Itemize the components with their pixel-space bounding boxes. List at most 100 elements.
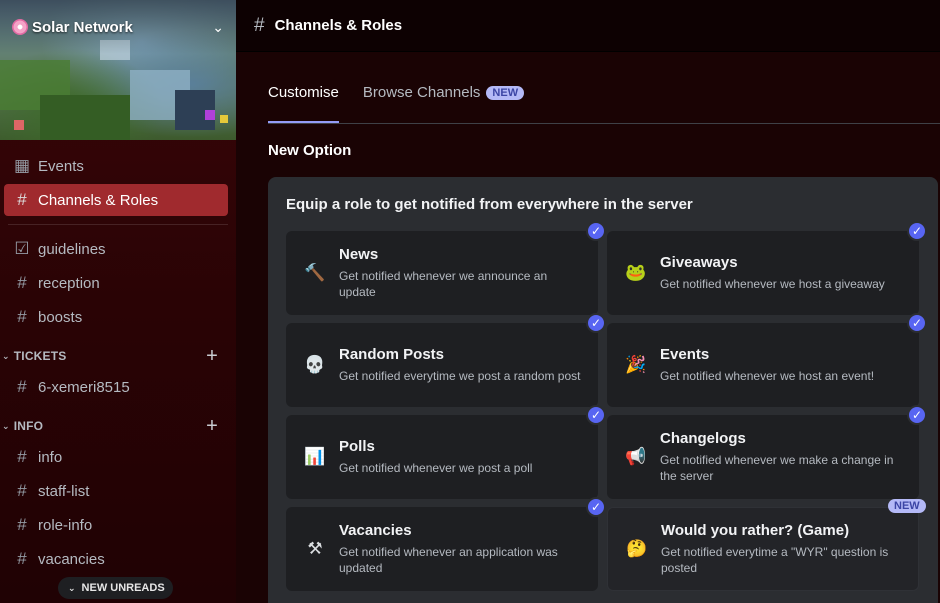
role-option-name: Changelogs bbox=[660, 430, 746, 447]
server-flower-icon bbox=[12, 19, 28, 35]
role-emoji-icon: 🎉 bbox=[625, 355, 647, 374]
selected-check-icon: ✓ bbox=[586, 405, 606, 425]
tab-bar: Customise Browse Channels NEW bbox=[268, 74, 548, 123]
selected-check-icon: ✓ bbox=[907, 405, 927, 425]
channels-browse-icon: # bbox=[17, 190, 27, 209]
tab-customise[interactable]: Customise bbox=[268, 74, 339, 123]
channels-browse-icon: # bbox=[254, 14, 265, 36]
role-emoji-icon: 🔨 bbox=[304, 263, 326, 282]
role-option-text: Changelogs Get notified whenever we make … bbox=[660, 430, 919, 484]
selected-check-icon: ✓ bbox=[586, 313, 606, 333]
tab-browse-channels[interactable]: Browse Channels NEW bbox=[362, 74, 525, 123]
channel-vacancies[interactable]: # vacancies bbox=[4, 543, 228, 575]
hashtag-icon: # bbox=[17, 273, 27, 292]
role-option-text: Polls Get notified whenever we post a pol… bbox=[339, 438, 598, 476]
hashtag-icon: # bbox=[17, 549, 27, 568]
channel-label: boosts bbox=[38, 308, 83, 326]
channel-label: guidelines bbox=[38, 240, 106, 258]
channel-label: vacancies bbox=[38, 550, 105, 568]
role-options-panel: Equip a role to get notified from everyw… bbox=[268, 177, 938, 603]
role-option-text: News Get notified whenever we announce an… bbox=[339, 246, 598, 300]
role-emoji-icon: 🤔 bbox=[626, 539, 648, 558]
divider bbox=[8, 224, 228, 225]
role-option-name: Would you rather? (Game) bbox=[661, 522, 850, 539]
selected-check-icon: ✓ bbox=[586, 497, 606, 517]
role-emoji-icon: 💀 bbox=[304, 355, 326, 374]
role-option-card[interactable]: 🤔 Would you rather? (Game) Get notified ev… bbox=[607, 507, 919, 591]
channel-label: 6-xemeri8515 bbox=[38, 378, 130, 396]
channel-label: info bbox=[38, 448, 63, 466]
role-option-name: News bbox=[339, 246, 379, 263]
new-badge: NEW bbox=[486, 86, 525, 100]
rules-checkbox-icon: ☑ bbox=[14, 239, 30, 258]
channel-label: reception bbox=[38, 274, 100, 292]
selected-check-icon: ✓ bbox=[586, 221, 606, 241]
new-badge: NEW bbox=[888, 499, 926, 513]
tab-label: Browse Channels bbox=[362, 84, 481, 101]
server-name: Solar Network bbox=[32, 18, 133, 36]
category-tickets[interactable]: ⌄ TICKETS + bbox=[0, 343, 236, 369]
role-option-description: Get notified whenever we host a giveaway bbox=[660, 277, 885, 291]
role-option-card[interactable]: 🐸 Giveaways Get notified whenever we host … bbox=[607, 231, 919, 315]
role-option-text: Giveaways Get notified whenever we host a… bbox=[660, 254, 919, 292]
channel-guidelines[interactable]: ☑ guidelines bbox=[4, 233, 228, 265]
panel-title: Equip a role to get notified from everyw… bbox=[286, 196, 693, 213]
role-option-description: Get notified everytime we post a random … bbox=[339, 369, 581, 383]
role-option-card[interactable]: 💀 Random Posts Get notified everytime we p… bbox=[286, 323, 598, 407]
hashtag-icon: # bbox=[17, 481, 27, 500]
add-channel-icon[interactable]: + bbox=[206, 345, 218, 368]
role-option-description: Get notified everytime a "WYR" question … bbox=[661, 545, 889, 575]
section-title: New Option bbox=[268, 142, 352, 159]
selected-check-icon: ✓ bbox=[907, 313, 927, 333]
new-unreads-pill[interactable]: ⌄ NEW UNREADS bbox=[58, 577, 173, 599]
role-option-name: Events bbox=[660, 346, 710, 363]
calendar-icon: ▦ bbox=[13, 156, 31, 175]
chevron-down-icon[interactable]: ⌄ bbox=[212, 19, 224, 36]
channel-reception[interactable]: # reception bbox=[4, 267, 228, 299]
sidebar-item-channels-roles[interactable]: # Channels & Roles bbox=[4, 184, 228, 216]
tab-divider bbox=[268, 123, 940, 124]
role-emoji-icon: 📢 bbox=[625, 447, 647, 466]
role-emoji-icon: 🐸 bbox=[625, 263, 647, 282]
role-option-text: Events Get notified whenever we host an e… bbox=[660, 346, 919, 384]
tab-label: Customise bbox=[268, 84, 339, 101]
chevron-down-icon: ⌄ bbox=[2, 350, 10, 361]
channel-6-xemeri8515[interactable]: # 6-xemeri8515 bbox=[4, 371, 228, 403]
sidebar-item-label: Events bbox=[38, 157, 84, 175]
role-option-name: Polls bbox=[339, 438, 375, 455]
new-unreads-label: NEW UNREADS bbox=[81, 582, 165, 594]
channel-boosts[interactable]: # boosts bbox=[4, 301, 228, 333]
role-option-card[interactable]: 🔨 News Get notified whenever we announce a… bbox=[286, 231, 598, 315]
role-option-description: Get notified whenever we host an event! bbox=[660, 369, 875, 383]
sidebar-item-label: Channels & Roles bbox=[38, 191, 159, 209]
role-option-text: Random Posts Get notified everytime we po… bbox=[339, 346, 598, 384]
add-channel-icon[interactable]: + bbox=[206, 415, 218, 438]
role-option-name: Vacancies bbox=[339, 522, 412, 539]
role-option-card[interactable]: 📢 Changelogs Get notified whenever we make… bbox=[607, 415, 919, 499]
role-option-description: Get notified whenever we announce an upd… bbox=[339, 269, 548, 299]
role-option-description: Get notified whenever we post a poll bbox=[339, 461, 533, 475]
main-content: Customise Browse Channels NEW New Option … bbox=[236, 52, 940, 603]
hashtag-thread-icon: # bbox=[17, 377, 27, 396]
channel-label: staff-list bbox=[38, 482, 90, 500]
chevron-down-icon: ⌄ bbox=[2, 420, 10, 431]
role-option-text: Would you rather? (Game) Get notified eve… bbox=[661, 522, 918, 576]
hashtag-icon: # bbox=[17, 515, 27, 534]
channel-info[interactable]: # info bbox=[4, 441, 228, 473]
role-option-card[interactable]: 🎉 Events Get notified whenever we host an … bbox=[607, 323, 919, 407]
role-emoji-icon: 📊 bbox=[304, 447, 326, 466]
channel-staff-list[interactable]: # staff-list bbox=[4, 475, 228, 507]
role-option-text: Vacancies Get notified whenever an applic… bbox=[339, 522, 598, 576]
role-option-description: Get notified whenever an application was… bbox=[339, 545, 558, 575]
channel-role-info[interactable]: # role-info bbox=[4, 509, 228, 541]
category-label: INFO bbox=[13, 419, 44, 433]
server-header[interactable]: Solar Network ⌄ bbox=[0, 0, 236, 54]
category-info[interactable]: ⌄ INFO + bbox=[0, 413, 236, 439]
sidebar-item-events[interactable]: ▦ Events bbox=[4, 150, 228, 182]
role-option-card[interactable]: 📊 Polls Get notified whenever we post a po… bbox=[286, 415, 598, 499]
chevron-down-icon: ⌄ bbox=[68, 582, 76, 593]
role-option-card[interactable]: ⚒ Vacancies Get notified whenever an appli… bbox=[286, 507, 598, 591]
channel-list: ▦ Events # Channels & Roles ☑ guidelines… bbox=[0, 148, 236, 577]
role-option-name: Giveaways bbox=[660, 254, 738, 271]
channel-header: # Channels & Roles bbox=[236, 0, 940, 52]
